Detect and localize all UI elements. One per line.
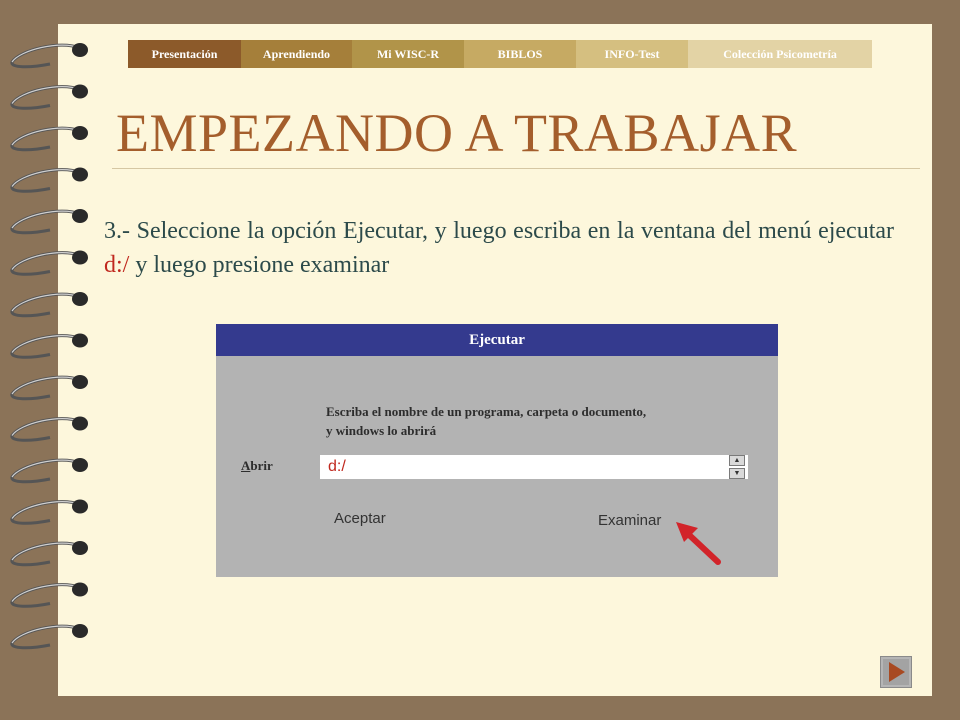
ok-button[interactable]: Aceptar <box>334 510 386 527</box>
ring-icon <box>10 375 88 401</box>
ring-icon <box>10 416 88 442</box>
instruction-before: 3.- Seleccione la opción Ejecutar, y lue… <box>104 218 894 244</box>
dialog-description: Escriba el nombre de un programa, carpet… <box>326 402 646 440</box>
nav-tab[interactable]: Aprendiendo <box>241 40 352 68</box>
nav-tab[interactable]: Mi WISC-R <box>352 40 464 68</box>
spiral-binding <box>10 43 88 650</box>
ring-icon <box>10 84 88 110</box>
ring-icon <box>10 541 88 567</box>
red-arrow-icon <box>676 522 721 565</box>
nav-tab[interactable]: Presentación <box>128 40 241 68</box>
open-label-accesskey: A <box>241 458 251 473</box>
dialog-description-line1: Escriba el nombre de un programa, carpet… <box>326 404 647 419</box>
ring-icon <box>10 167 88 193</box>
ring-icon <box>10 582 88 608</box>
ring-icon <box>10 624 88 650</box>
ring-icon <box>10 499 88 525</box>
title-divider <box>112 168 920 169</box>
ring-icon <box>10 126 88 152</box>
instruction-after: y luego presione examinar <box>129 252 390 278</box>
dialog-description-line2: y windows lo abrirá <box>326 423 437 438</box>
open-label: Abrir <box>241 458 273 474</box>
spin-up-icon[interactable]: ▲ <box>729 455 745 466</box>
open-label-rest: brir <box>250 458 273 473</box>
browse-button[interactable]: Examinar <box>598 512 661 529</box>
nav-tab[interactable]: Colección Psicometría <box>688 40 872 68</box>
nav-tab[interactable]: BIBLOS <box>464 40 576 68</box>
open-input-spinner[interactable]: ▲ ▼ <box>729 455 747 480</box>
top-navigation: Presentación Aprendiendo Mi WISC-R BIBLOS IN… <box>128 40 872 68</box>
instruction-path: d:/ <box>104 252 130 278</box>
ring-icon <box>10 458 88 484</box>
open-input[interactable]: d:/ <box>320 455 748 479</box>
ring-icon <box>10 43 88 69</box>
ring-icon <box>10 209 88 235</box>
spin-down-icon[interactable]: ▼ <box>729 468 745 479</box>
nav-tab[interactable]: INFO-Test <box>576 40 688 68</box>
next-slide-icon[interactable] <box>880 656 912 688</box>
page-title: EMPEZANDO A TRABAJAR <box>116 103 798 163</box>
instruction-text: 3.- Seleccione la opción Ejecutar, y lue… <box>104 214 894 282</box>
ring-icon <box>10 333 88 359</box>
ring-icon <box>10 250 88 276</box>
ring-icon <box>10 292 88 318</box>
dialog-title: Ejecutar <box>216 324 778 356</box>
